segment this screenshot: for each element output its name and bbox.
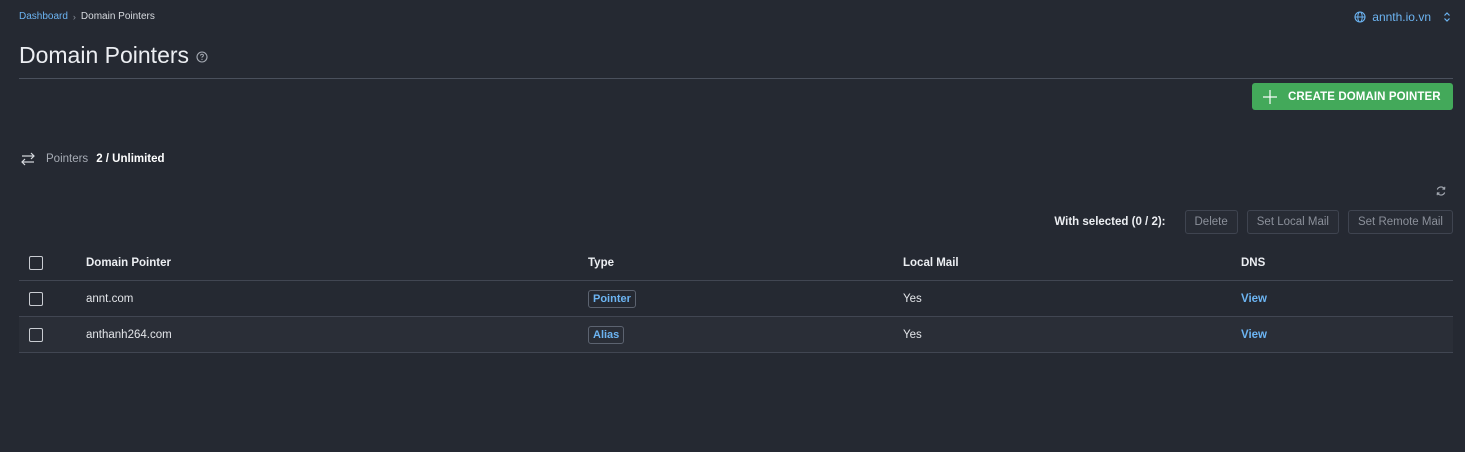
bulk-actions: With selected (0 / 2): Delete Set Local …	[1054, 210, 1453, 234]
column-header-local-mail[interactable]: Local Mail	[903, 257, 959, 269]
local-mail-value: Yes	[903, 292, 922, 305]
column-header-type[interactable]: Type	[588, 257, 614, 269]
domain-pointer-name: anthanh264.com	[86, 328, 172, 341]
page-title: Domain Pointers	[19, 42, 190, 68]
select-all-checkbox[interactable]	[29, 255, 43, 270]
dns-view-link[interactable]: View	[1241, 293, 1267, 305]
domain-pointers-table: Domain Pointer Type Local Mail DNS annt.…	[19, 245, 1453, 353]
column-header-domain-pointer[interactable]: Domain Pointer	[86, 257, 171, 269]
set-local-mail-button[interactable]: Set Local Mail	[1246, 210, 1339, 234]
table-header-row: Domain Pointer Type Local Mail DNS	[19, 245, 1453, 281]
breadcrumb-current: Domain Pointers	[80, 11, 155, 22]
swap-arrows-icon	[21, 152, 35, 166]
table-row: annt.com Pointer Yes View	[19, 281, 1453, 317]
pointers-usage: Pointers 2 / Unlimited	[19, 151, 165, 167]
breadcrumb-dashboard-link[interactable]: Dashboard	[19, 11, 68, 22]
page-title-row: Domain Pointers	[19, 42, 208, 69]
globe-icon	[1354, 11, 1366, 23]
refresh-icon[interactable]	[1435, 185, 1447, 197]
local-mail-value: Yes	[903, 328, 922, 341]
create-domain-pointer-button[interactable]: CREATE DOMAIN POINTER	[1252, 83, 1453, 110]
dns-view-link[interactable]: View	[1241, 329, 1267, 341]
set-remote-mail-button[interactable]: Set Remote Mail	[1347, 210, 1453, 234]
column-header-dns: DNS	[1241, 256, 1266, 269]
type-badge-label: Alias	[588, 325, 625, 344]
create-domain-pointer-label: CREATE DOMAIN POINTER	[1288, 90, 1441, 103]
table-body: annt.com Pointer Yes View anthanh264.com…	[19, 281, 1453, 353]
domain-selector-value: annth.io.vn	[1372, 10, 1431, 24]
row-checkbox[interactable]	[29, 291, 43, 306]
title-divider	[19, 78, 1453, 79]
breadcrumb: Dashboard › Domain Pointers	[19, 11, 155, 22]
pointers-label: Pointers	[46, 153, 89, 165]
domain-selector[interactable]: annth.io.vn	[1354, 10, 1451, 24]
domain-pointer-name: annt.com	[86, 292, 134, 305]
plus-icon	[1263, 89, 1277, 104]
row-checkbox[interactable]	[29, 327, 43, 342]
question-circle-icon[interactable]	[196, 51, 208, 63]
pointers-value: 2 / Unlimited	[96, 153, 165, 165]
type-badge: Alias	[588, 325, 625, 344]
chevron-right-icon: ›	[72, 11, 76, 22]
updown-chevron-icon	[1444, 12, 1450, 22]
with-selected-label: With selected (0 / 2):	[1054, 216, 1166, 228]
table-row: anthanh264.com Alias Yes View	[19, 317, 1453, 353]
delete-button[interactable]: Delete	[1184, 210, 1238, 234]
type-badge: Pointer	[588, 289, 636, 308]
type-badge-label: Pointer	[588, 289, 636, 308]
